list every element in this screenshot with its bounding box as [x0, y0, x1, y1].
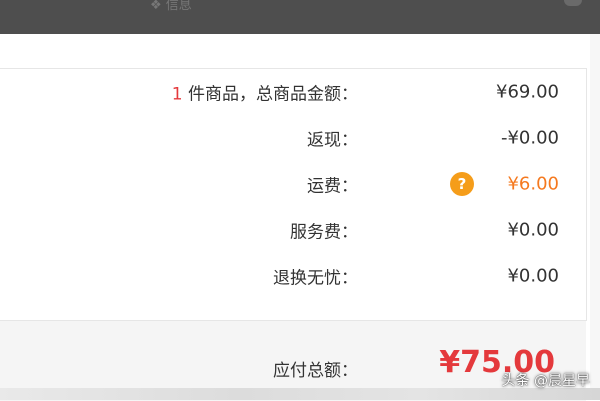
shipping-value: ¥6.00: [507, 173, 559, 195]
return-guarantee-label: 退换无忧：: [273, 268, 358, 289]
goods-total-value: ¥69.00: [496, 81, 559, 103]
watermark: 头条 @晨星早: [501, 373, 590, 389]
page-edge: [590, 34, 600, 400]
cashback-label: 返现：: [307, 130, 358, 151]
summary-row-service-fee: 服务费： ¥0.00: [0, 207, 586, 253]
question-mark-icon[interactable]: ?: [450, 172, 474, 196]
service-fee-value: ¥0.00: [507, 219, 559, 241]
return-guarantee-value: ¥0.00: [507, 265, 559, 287]
goods-total-label-text: 件商品，总商品金额：: [182, 84, 358, 105]
summary-row-shipping: 运费： ? ¥6.00: [0, 161, 586, 207]
total-payable-label: 应付总额：: [273, 361, 358, 381]
summary-row-return-guarantee: 退换无忧： ¥0.00: [0, 253, 586, 299]
goods-total-label: 1 件商品，总商品金额：: [172, 80, 358, 105]
service-fee-label: 服务费：: [290, 222, 358, 243]
goods-quantity: 1: [171, 84, 183, 105]
order-summary-panel: 1 件商品，总商品金额： ¥69.00 返现： -¥0.00 运费： ? ¥6.…: [0, 68, 587, 321]
summary-row-cashback: 返现： -¥0.00: [0, 115, 586, 161]
topbar-faint-text: ❖ 信息: [150, 0, 192, 13]
summary-row-goods-total: 1 件商品，总商品金额： ¥69.00: [0, 69, 586, 115]
shipping-label: 运费：: [307, 176, 358, 197]
top-bar: ❖ 信息: [0, 0, 600, 34]
cashback-value: -¥0.00: [500, 127, 559, 149]
topbar-user-icon[interactable]: [564, 0, 582, 6]
